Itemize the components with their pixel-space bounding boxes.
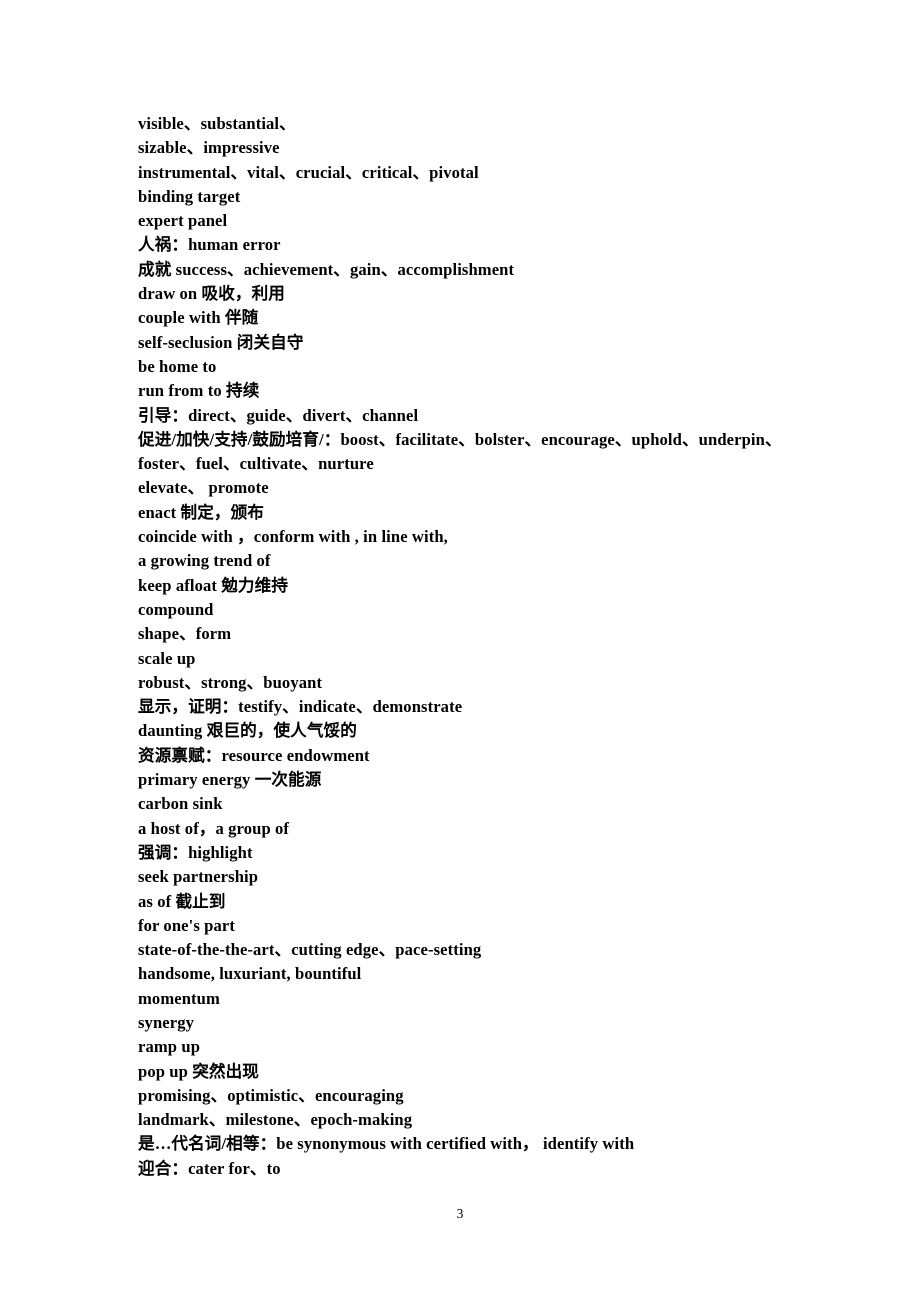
note-line: seek partnership [138, 867, 259, 887]
note-line: expert panel [138, 211, 228, 231]
note-line: ramp up [138, 1037, 201, 1057]
note-line: 资源禀赋：resource endowment [138, 745, 370, 765]
note-line: scale up [138, 648, 196, 668]
note-line: handsome, luxuriant, bountiful [138, 964, 362, 984]
vocabulary-note-list: visible、substantial、 sizable、impressive in… [138, 112, 783, 1181]
note-line: 人祸：human error [138, 235, 281, 255]
note-line: instrumental、vital、crucial、critical、pivo… [138, 162, 479, 182]
note-line: 显示，证明：testify、indicate、demonstrate [138, 697, 463, 717]
note-line: couple with 伴随 [138, 308, 259, 328]
note-line: be home to [138, 356, 217, 376]
note-line: promising、optimistic、encouraging [138, 1085, 404, 1105]
note-line: daunting 艰巨的，使人气馁的 [138, 721, 357, 741]
note-line: draw on 吸收，利用 [138, 284, 285, 304]
note-line: keep afloat 勉力维持 [138, 575, 289, 595]
note-line: run from to 持续 [138, 381, 260, 401]
note-line: coincide with ，conform with , in line wi… [138, 527, 448, 547]
note-line: synergy [138, 1012, 195, 1032]
page-number: 3 [456, 1206, 464, 1221]
note-line: 强调：highlight [138, 842, 253, 862]
note-line: binding target [138, 186, 241, 206]
note-line: state-of-the-the-art、cutting edge、pace-s… [138, 940, 482, 960]
note-line: sizable、impressive [138, 138, 280, 158]
document-page: visible、substantial、 sizable、impressive in… [0, 0, 920, 1302]
note-line: robust、strong、buoyant [138, 672, 323, 692]
note-line: enact 制定，颁布 [138, 502, 264, 522]
note-line: compound [138, 599, 214, 619]
note-line: shape、form [138, 624, 232, 644]
note-line: 引导：direct、guide、divert、channel [138, 405, 419, 425]
note-line: a host of，a group of [138, 818, 290, 838]
note-line: self-seclusion 闭关自守 [138, 332, 304, 352]
note-line: pop up 突然出现 [138, 1061, 259, 1081]
note-line: for one's part [138, 915, 235, 935]
note-line: a growing trend of [138, 551, 271, 571]
note-line: elevate、 promote [138, 478, 269, 498]
note-line: 成就 success、achievement、gain、accomplishme… [138, 259, 515, 279]
note-line: 迎合：cater for、to [138, 1158, 281, 1178]
note-line: landmark、milestone、epoch-making [138, 1110, 413, 1130]
note-line: carbon sink [138, 794, 223, 814]
note-line: primary energy 一次能源 [138, 770, 322, 790]
note-line: visible、substantial、 [138, 114, 296, 133]
note-line: 是…代名词/相等：be synonymous with certified wi… [138, 1134, 635, 1154]
note-line: as of 截止到 [138, 891, 226, 911]
note-line: momentum [138, 988, 220, 1008]
note-line: 促进/加快/支持/鼓励培育/：boost、facilitate、bolster、… [138, 429, 782, 474]
